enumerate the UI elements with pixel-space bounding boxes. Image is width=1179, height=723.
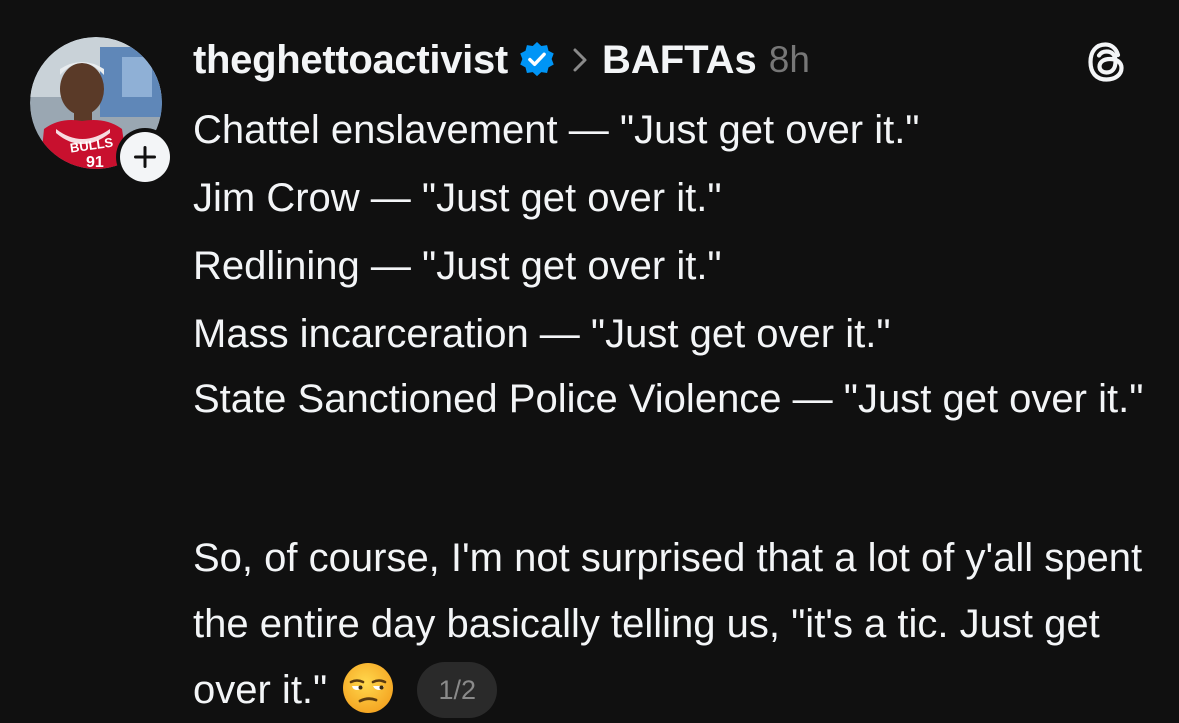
post-paragraph-2: So, of course, I'm not surprised that a …: [193, 525, 1153, 723]
post-timestamp: 8h: [768, 39, 810, 80]
follow-button[interactable]: [116, 128, 174, 186]
post-line-2: Jim Crow — "Just get over it.": [193, 176, 722, 220]
author-avatar-container: BULLS 91: [30, 37, 174, 186]
post-line-1: Chattel enslavement — "Just get over it.…: [193, 108, 920, 152]
unamused-face-emoji-icon: [343, 663, 394, 713]
threads-logo-icon[interactable]: [1083, 38, 1131, 86]
author-username[interactable]: theghettoactivist: [193, 38, 508, 83]
chevron-right-icon: [573, 48, 587, 72]
verified-badge-icon: [520, 41, 554, 77]
thread-post: BULLS 91 theghettoactivist BAFTAs 8h Cha…: [0, 0, 1179, 723]
post-header: theghettoactivist BAFTAs 8h: [193, 34, 810, 86]
paragraph-2-text: So, of course, I'm not surprised that a …: [193, 536, 1143, 712]
svg-text:91: 91: [86, 154, 104, 169]
topic-tag[interactable]: BAFTAs: [602, 38, 757, 83]
plus-icon: [134, 146, 156, 168]
post-line-5: State Sanctioned Police Violence — "Just…: [193, 377, 1144, 421]
page-indicator[interactable]: 1/2: [417, 662, 498, 718]
post-line-3: Redlining — "Just get over it.": [193, 244, 722, 288]
post-body: Chattel enslavement — "Just get over it.…: [193, 96, 1153, 430]
post-line-4: Mass incarceration — "Just get over it.": [193, 312, 891, 356]
follow-button-inner: [120, 132, 170, 182]
